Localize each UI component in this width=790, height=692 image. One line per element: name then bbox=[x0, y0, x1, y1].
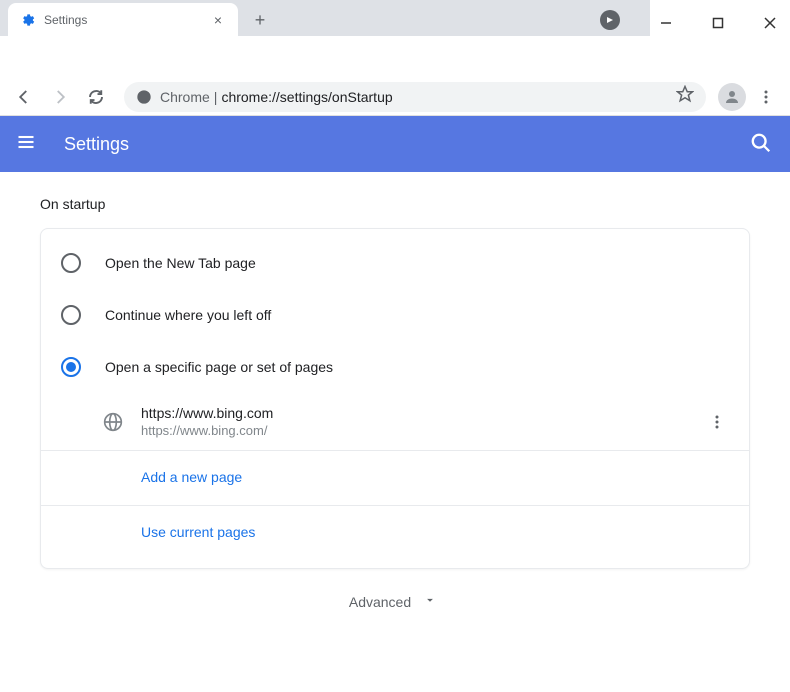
page-title: Settings bbox=[64, 134, 750, 155]
radio-option-continue[interactable]: Continue where you left off bbox=[41, 289, 749, 341]
forward-button[interactable] bbox=[44, 81, 76, 113]
advanced-toggle[interactable]: Advanced bbox=[40, 569, 750, 635]
address-divider: | bbox=[214, 89, 218, 105]
content-area: On startup Open the New Tab page Continu… bbox=[0, 172, 790, 692]
settings-header: Settings bbox=[0, 116, 790, 172]
address-origin: Chrome bbox=[160, 89, 210, 105]
minimize-button[interactable] bbox=[654, 11, 678, 35]
radio-option-new-tab[interactable]: Open the New Tab page bbox=[41, 237, 749, 289]
section-title: On startup bbox=[40, 196, 750, 212]
radio-icon bbox=[61, 253, 81, 273]
radio-option-specific-pages[interactable]: Open a specific page or set of pages bbox=[41, 341, 749, 393]
maximize-button[interactable] bbox=[706, 11, 730, 35]
address-bar[interactable]: Chrome | chrome://settings/onStartup bbox=[124, 82, 706, 112]
new-tab-button[interactable]: + bbox=[246, 6, 274, 34]
use-current-button[interactable]: Use current pages bbox=[41, 506, 749, 560]
tab-bar: Settings × + bbox=[0, 0, 650, 36]
globe-icon bbox=[103, 412, 123, 432]
browser-toolbar: Chrome | chrome://settings/onStartup bbox=[0, 78, 790, 116]
bookmark-icon[interactable] bbox=[676, 85, 694, 108]
startup-page-row: https://www.bing.com https://www.bing.co… bbox=[41, 393, 749, 450]
page-entry-url: https://www.bing.com/ bbox=[141, 423, 705, 438]
page-info: https://www.bing.com https://www.bing.co… bbox=[141, 405, 705, 438]
media-control-icon[interactable] bbox=[600, 10, 620, 30]
profile-button[interactable] bbox=[718, 83, 746, 111]
link-label: Use current pages bbox=[141, 524, 255, 540]
search-icon[interactable] bbox=[750, 132, 774, 156]
startup-card: Open the New Tab page Continue where you… bbox=[40, 228, 750, 569]
reload-button[interactable] bbox=[80, 81, 112, 113]
radio-label: Open the New Tab page bbox=[105, 255, 256, 271]
link-label: Add a new page bbox=[141, 469, 242, 485]
site-info-icon[interactable] bbox=[136, 89, 152, 105]
address-path: chrome://settings/onStartup bbox=[221, 89, 392, 105]
radio-label: Continue where you left off bbox=[105, 307, 271, 323]
browser-tab[interactable]: Settings × bbox=[8, 3, 238, 37]
back-button[interactable] bbox=[8, 81, 40, 113]
hamburger-icon[interactable] bbox=[16, 132, 40, 156]
radio-icon bbox=[61, 305, 81, 325]
chevron-down-icon bbox=[423, 593, 441, 611]
add-page-button[interactable]: Add a new page bbox=[41, 451, 749, 505]
page-entry-title: https://www.bing.com bbox=[141, 405, 705, 421]
tab-title: Settings bbox=[44, 13, 210, 27]
page-menu-button[interactable] bbox=[705, 410, 729, 434]
advanced-label: Advanced bbox=[349, 594, 411, 610]
close-window-button[interactable] bbox=[758, 11, 782, 35]
close-icon[interactable]: × bbox=[210, 12, 226, 28]
gear-icon bbox=[20, 12, 36, 28]
radio-label: Open a specific page or set of pages bbox=[105, 359, 333, 375]
radio-icon bbox=[61, 357, 81, 377]
chrome-menu-button[interactable] bbox=[750, 81, 782, 113]
